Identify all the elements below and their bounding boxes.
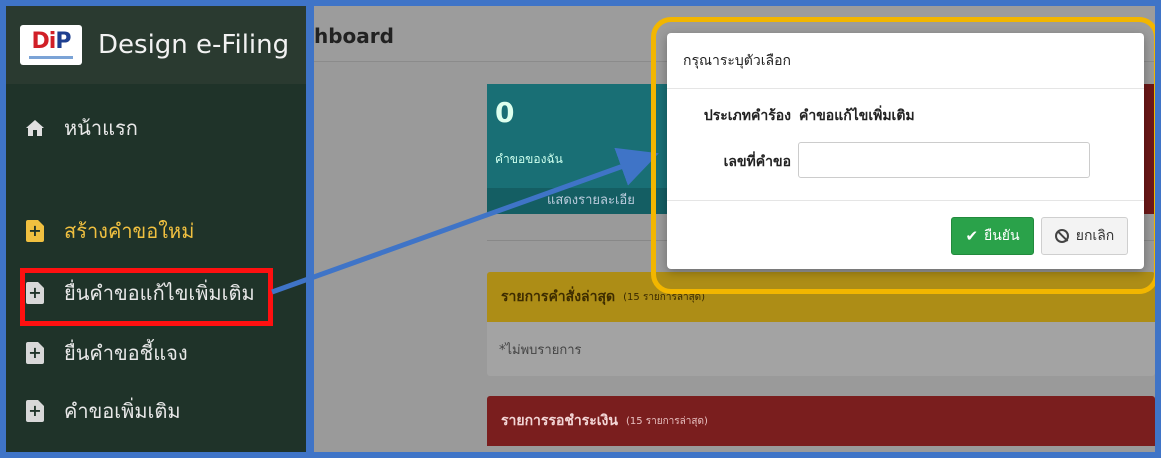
stat-label: คำขอของฉัน: [495, 152, 563, 166]
sidebar-item-clarification-request[interactable]: ยื่นคำขอชี้แจง: [6, 328, 312, 378]
request-type-label: ประเภทคำร้อง: [703, 108, 791, 124]
request-type-value: คำขอแก้ไขเพิ่มเติม: [799, 108, 915, 124]
panel-pending-payment: รายการรอชำระเงิน (15 รายการล่าสุด): [487, 396, 1155, 458]
stat-count: 0: [495, 96, 515, 129]
logo-subline: [29, 56, 73, 59]
brand-title: Design e-Filing: [98, 30, 290, 60]
sidebar-item-home[interactable]: หน้าแรก: [6, 103, 312, 153]
request-number-row: เลขที่คำขอ: [667, 151, 791, 173]
sidebar-highlight-border: [306, 0, 314, 458]
request-number-input[interactable]: [798, 142, 1090, 178]
panel-title: รายการรอชำระเงิน: [501, 413, 618, 429]
page-title: hboard: [314, 24, 394, 48]
panel-header: รายการรอชำระเงิน (15 รายการล่าสุด): [487, 396, 1155, 446]
sidebar-item-additional-request[interactable]: คำขอเพิ่มเติม: [6, 386, 312, 436]
empty-message: *ไม่พบรายการ: [499, 342, 582, 358]
sidebar-item-label: ยื่นคำขอชี้แจง: [64, 341, 188, 365]
dialog-footer: ✔ ยืนยัน ยกเลิก: [667, 200, 1144, 269]
file-plus-icon: [24, 220, 46, 242]
logo-text-p: P: [55, 29, 71, 54]
request-type-row: ประเภทคำร้อง คำขอแก้ไขเพิ่มเติม: [667, 105, 915, 127]
sidebar-item-label: คำขอเพิ่มเติม: [64, 399, 181, 423]
sidebar-item-label: หน้าแรก: [64, 116, 138, 140]
confirm-button[interactable]: ✔ ยืนยัน: [951, 217, 1034, 255]
check-icon: ✔: [965, 227, 979, 245]
file-plus-icon: [24, 342, 46, 364]
dip-logo: DiP: [20, 25, 82, 65]
cancel-button[interactable]: ยกเลิก: [1041, 217, 1128, 255]
ban-icon: [1054, 229, 1069, 243]
sidebar-item-label: สร้างคำขอใหม่: [64, 219, 195, 243]
sidebar-item-new-request[interactable]: สร้างคำขอใหม่: [6, 206, 312, 256]
stat-details-link[interactable]: แสดงรายละเอีย: [487, 188, 667, 214]
logo-text: Di: [31, 29, 57, 54]
panel-title: รายการคำสั่งล่าสุด: [501, 289, 616, 305]
cancel-label: ยกเลิก: [1075, 228, 1115, 244]
confirm-label: ยืนยัน: [984, 228, 1020, 244]
request-number-label: เลขที่คำขอ: [723, 154, 791, 170]
stat-card-my-requests: 0 คำขอของฉัน แสดงรายละเอีย: [487, 84, 667, 214]
panel-body: *ไม่พบรายการ: [487, 322, 1155, 376]
option-dialog: กรุณาระบุตัวเลือก ประเภทคำร้อง คำขอแก้ไข…: [667, 33, 1144, 269]
home-icon: [24, 117, 46, 139]
file-plus-icon: [24, 400, 46, 422]
dialog-title: กรุณาระบุตัวเลือก: [667, 33, 1144, 89]
panel-subtitle: (15 รายการล่าสุด): [625, 415, 708, 427]
highlight-box-amendment: [20, 268, 273, 326]
sidebar: DiP Design e-Filing หน้าแรก สร้างคำขอใหม…: [6, 6, 312, 458]
brand[interactable]: DiP Design e-Filing: [6, 6, 312, 84]
